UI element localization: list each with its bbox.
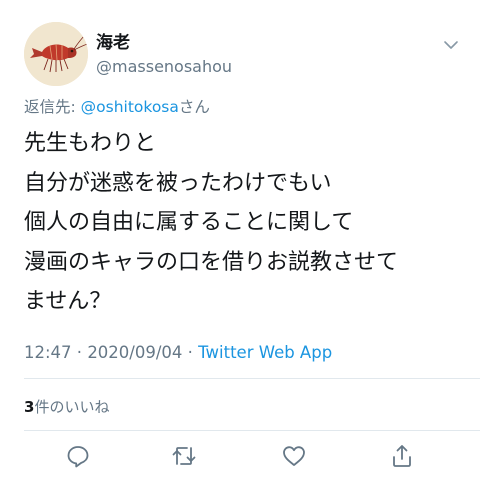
retweet-icon [172,447,196,465]
likes-count-link[interactable]: 3件のいいね [24,397,109,417]
tweet-source-link[interactable]: Twitter Web App [198,343,332,362]
share-icon [393,445,411,467]
meta-separator: · [71,343,88,362]
shrimp-illustration [24,22,88,86]
likes-count: 3 [24,398,35,416]
tweet-text-line: 漫画のキャラの口を借りお説教させて [24,249,399,275]
chevron-down-icon [444,41,458,49]
tweet-text-line: 先生もわりと [24,131,157,156]
tweet-text-line: 個人の自由に属することに関して [24,210,354,235]
tweet-text-line: ません？ [24,289,112,314]
retweet-button[interactable] [170,442,198,470]
tweet-meta: 12:47 · 2020/09/04 · Twitter Web App [24,342,332,364]
divider [24,430,480,431]
reply-to-line: 返信先: @oshitokosaさん [24,97,210,117]
author-display-name[interactable]: 海老 [96,32,130,54]
reply-prefix: 返信先: [24,98,81,116]
meta-separator: · [182,343,199,362]
tweet-time[interactable]: 12:47 [24,343,72,362]
likes-label: 件のいいね [34,398,110,416]
share-button[interactable] [388,442,416,470]
tweet-text: 先生もわりと 自分が迷惑を被ったわけでもい 個人の自由に属することに関して 漫画… [24,124,464,322]
reply-button[interactable] [64,442,92,470]
tweet-text-line: 自分が迷惑を被ったわけでもい [24,170,332,196]
like-icon [283,446,305,466]
reply-mention-link[interactable]: @oshitokosa [81,98,179,116]
author-handle[interactable]: @massenosahou [96,57,232,77]
reply-icon [67,446,89,468]
tweet-menu-button[interactable] [440,34,462,56]
tweet-date[interactable]: 2020/09/04 [87,343,182,362]
like-button[interactable] [280,442,308,470]
reply-suffix: さん [178,98,210,116]
divider [24,378,480,379]
avatar[interactable] [24,22,88,86]
